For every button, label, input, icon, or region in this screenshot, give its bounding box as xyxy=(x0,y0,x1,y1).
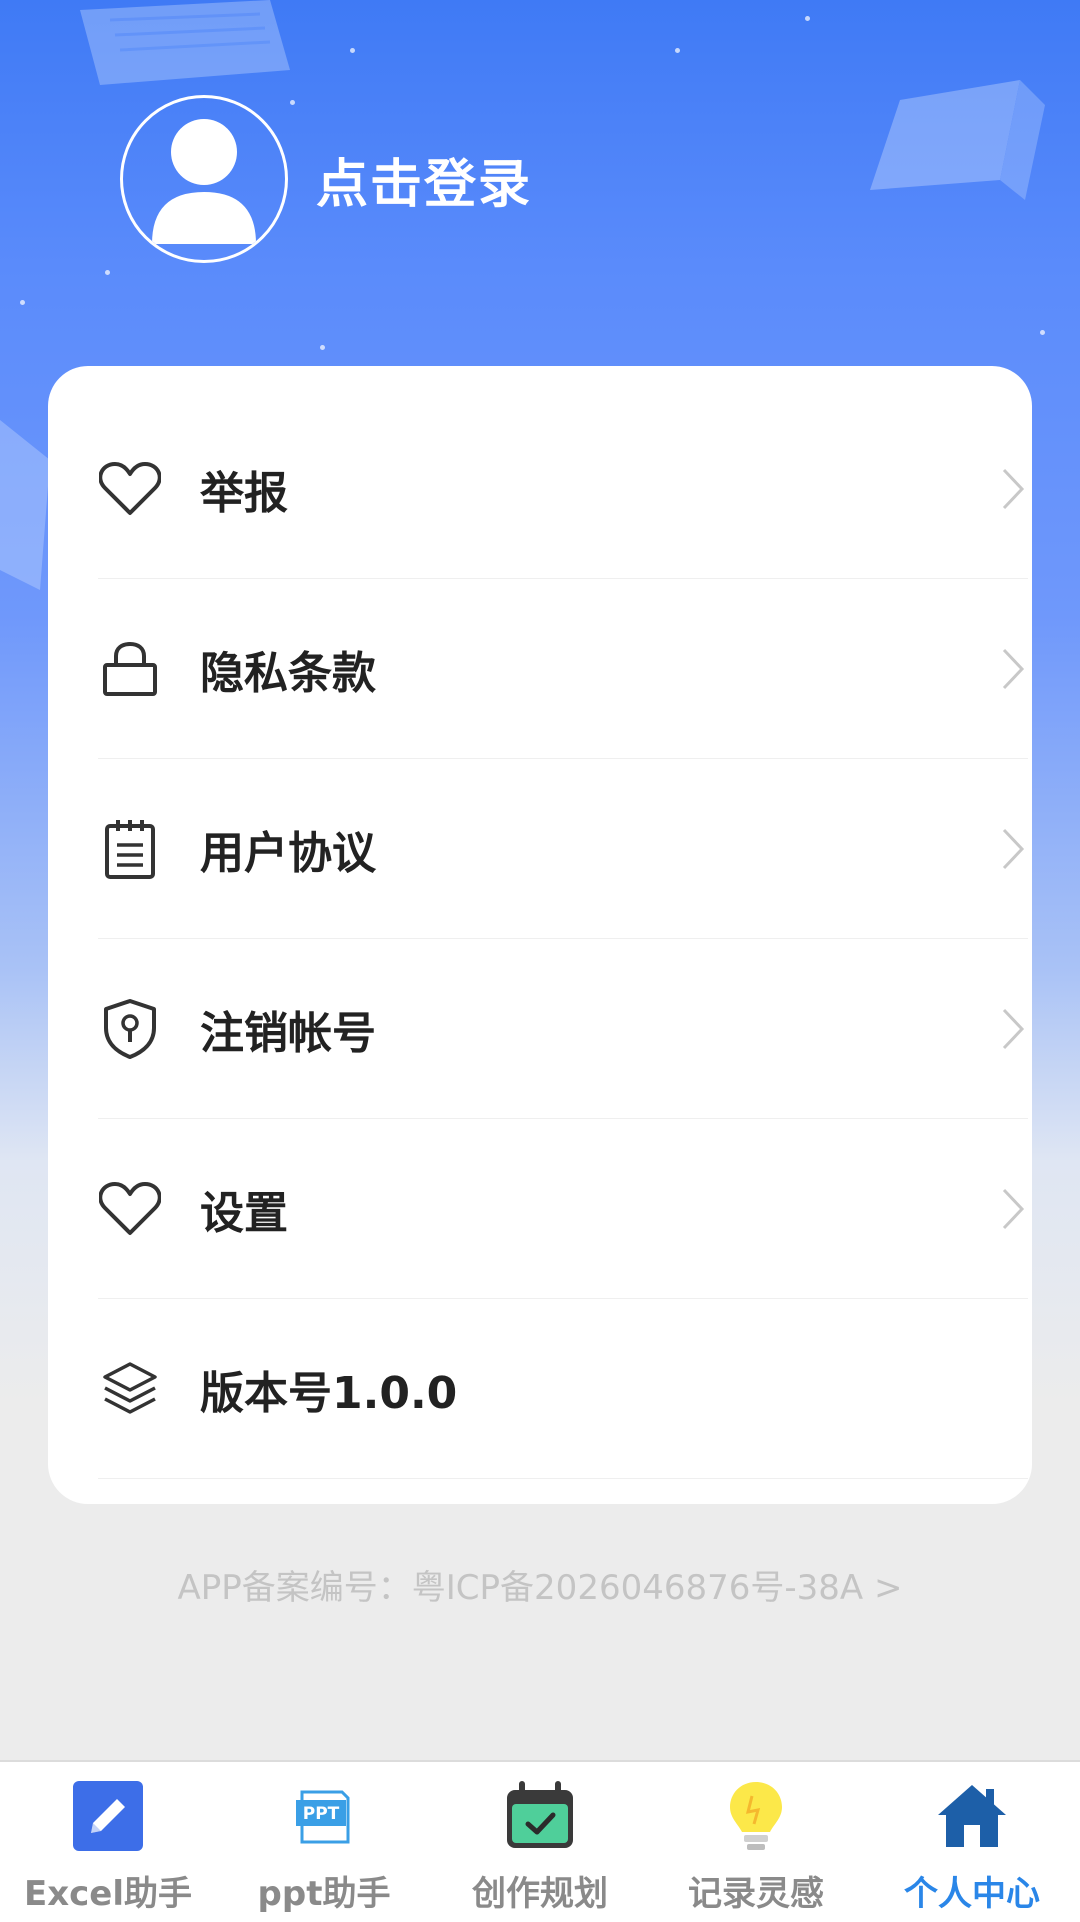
tab-excel-assistant[interactable]: Excel助手 xyxy=(0,1762,216,1922)
tab-creation-planning[interactable]: 创作规划 xyxy=(432,1762,648,1922)
tab-personal-center[interactable]: 个人中心 xyxy=(864,1762,1080,1922)
heart-icon xyxy=(98,1177,162,1241)
chevron-right-icon xyxy=(1002,648,1025,689)
menu-item-label: 注销帐号 xyxy=(200,1007,376,1059)
heart-icon xyxy=(98,457,162,521)
menu-item-user-agreement[interactable]: 用户协议 xyxy=(98,759,1028,939)
tab-ppt-assistant[interactable]: PPT ppt助手 xyxy=(216,1762,432,1922)
tab-label: Excel助手 xyxy=(23,1874,193,1914)
menu-item-label: 设置 xyxy=(200,1187,288,1239)
chevron-right-icon xyxy=(1002,1188,1025,1229)
chevron-right-icon xyxy=(1002,468,1025,509)
tab-label: 记录灵感 xyxy=(688,1874,824,1914)
tab-record-inspiration[interactable]: 记录灵感 xyxy=(648,1762,864,1922)
user-avatar-icon xyxy=(152,119,256,244)
menu-item-settings[interactable]: 设置 xyxy=(98,1119,1028,1299)
book-decoration xyxy=(870,80,1045,200)
menu-item-report[interactable]: 举报 xyxy=(98,399,1028,579)
menu-item-label: 举报 xyxy=(200,467,288,519)
menu-item-privacy[interactable]: 隐私条款 xyxy=(98,579,1028,759)
layers-icon xyxy=(98,1357,162,1421)
svg-text:PPT: PPT xyxy=(303,1804,340,1824)
tab-label: 创作规划 xyxy=(472,1874,608,1914)
icp-record-link[interactable]: APP备案编号：粤ICP备2026046876号-38A > xyxy=(0,1560,1080,1609)
shield-icon xyxy=(98,997,162,1061)
chevron-right-icon xyxy=(1002,1008,1025,1049)
avatar[interactable] xyxy=(120,95,288,263)
calendar-check-icon xyxy=(500,1776,580,1856)
version-label: 版本号1.0.0 xyxy=(200,1367,458,1419)
menu-item-label: 用户协议 xyxy=(200,827,376,879)
notepad-icon xyxy=(98,817,162,881)
ppt-icon: PPT xyxy=(284,1776,364,1856)
tab-label: ppt助手 xyxy=(257,1874,391,1914)
menu-item-label: 隐私条款 xyxy=(200,647,376,699)
lightbulb-icon xyxy=(716,1776,796,1856)
login-area[interactable]: 点击登录 xyxy=(120,95,532,263)
menu-item-delete-account[interactable]: 注销帐号 xyxy=(98,939,1028,1119)
home-icon xyxy=(932,1776,1012,1856)
tab-label: 个人中心 xyxy=(904,1874,1040,1914)
menu-item-version: 版本号1.0.0 xyxy=(98,1299,1028,1479)
flying-paper-decoration xyxy=(80,0,290,85)
lock-icon xyxy=(98,637,162,701)
pencil-icon xyxy=(68,1776,148,1856)
menu-card: 举报 隐私条款 用户协议 注销帐号 设置 版本号1.0.0 xyxy=(48,366,1032,1504)
bottom-tab-bar: Excel助手 PPT ppt助手 创作规划 记录灵感 个人中心 xyxy=(0,1760,1080,1922)
chevron-right-icon xyxy=(1002,828,1025,869)
login-label[interactable]: 点击登录 xyxy=(316,142,532,217)
